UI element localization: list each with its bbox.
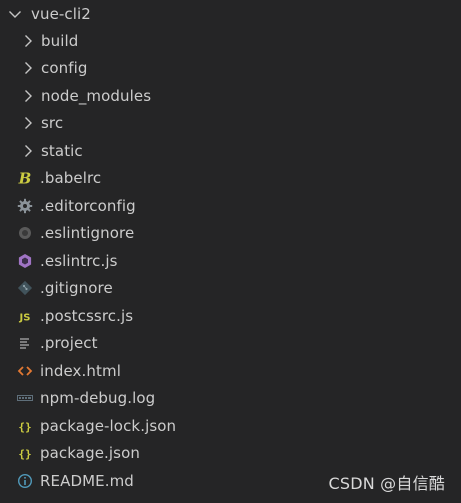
file-label: .project [40, 334, 98, 353]
svg-text:B: B [18, 170, 32, 186]
file-label: package.json [40, 444, 140, 463]
svg-text:JS: JS [19, 312, 31, 323]
file-babelrc[interactable]: B .babelrc [0, 165, 461, 193]
js-icon: JS [17, 308, 33, 324]
json-icon: {} [17, 418, 33, 434]
file-gitignore[interactable]: .gitignore [0, 275, 461, 303]
chevron-right-icon [20, 60, 36, 76]
file-index-html[interactable]: index.html [0, 357, 461, 385]
eslint-icon [17, 253, 33, 269]
folder-static[interactable]: static [0, 137, 461, 165]
file-package-lock-json[interactable]: {} package-lock.json [0, 412, 461, 440]
info-icon [17, 473, 33, 489]
folder-config[interactable]: config [0, 55, 461, 83]
svg-text:{}: {} [18, 420, 31, 433]
folder-src[interactable]: src [0, 110, 461, 138]
folder-label: node_modules [41, 86, 152, 105]
folder-node-modules[interactable]: node_modules [0, 82, 461, 110]
file-label: index.html [40, 361, 121, 380]
chevron-down-icon [7, 6, 23, 22]
gear-icon [17, 198, 33, 214]
folder-label: static [41, 141, 83, 160]
json-icon: {} [17, 445, 33, 461]
file-label: npm-debug.log [40, 389, 156, 408]
html-icon [17, 363, 33, 379]
file-editorconfig[interactable]: .editorconfig [0, 192, 461, 220]
file-package-json[interactable]: {} package.json [0, 440, 461, 468]
babel-icon: B [17, 170, 33, 186]
root-folder-label: vue-cli2 [31, 4, 91, 23]
file-postcssrc[interactable]: JS .postcssrc.js [0, 302, 461, 330]
folder-label: config [41, 59, 88, 78]
chevron-right-icon [20, 88, 36, 104]
file-eslintignore[interactable]: .eslintignore [0, 220, 461, 248]
text-file-icon [17, 335, 33, 351]
watermark-text: CSDN @自信酷 [328, 474, 445, 493]
file-label: .editorconfig [40, 196, 136, 215]
chevron-right-icon [20, 33, 36, 49]
chevron-right-icon [20, 115, 36, 131]
file-label: .eslintignore [40, 224, 135, 243]
file-label: .gitignore [40, 279, 113, 298]
file-eslintrc[interactable]: .eslintrc.js [0, 247, 461, 275]
file-label: package-lock.json [40, 416, 177, 435]
file-project[interactable]: .project [0, 330, 461, 358]
file-label: .eslintrc.js [40, 251, 118, 270]
file-npm-debug-log[interactable]: npm-debug.log [0, 385, 461, 413]
file-label: .babelrc [40, 169, 102, 188]
folder-label: build [41, 31, 79, 50]
folder-label: src [41, 114, 64, 133]
git-icon [17, 280, 33, 296]
explorer-root-folder[interactable]: vue-cli2 [0, 0, 461, 27]
file-explorer-tree: vue-cli2 build config node_modules src s… [0, 0, 461, 495]
log-icon [17, 390, 33, 406]
folder-build[interactable]: build [0, 27, 461, 55]
chevron-right-icon [20, 143, 36, 159]
eslint-ignore-icon [17, 225, 33, 241]
file-label: .postcssrc.js [40, 306, 134, 325]
file-label: README.md [40, 471, 134, 490]
svg-text:{}: {} [18, 448, 31, 461]
